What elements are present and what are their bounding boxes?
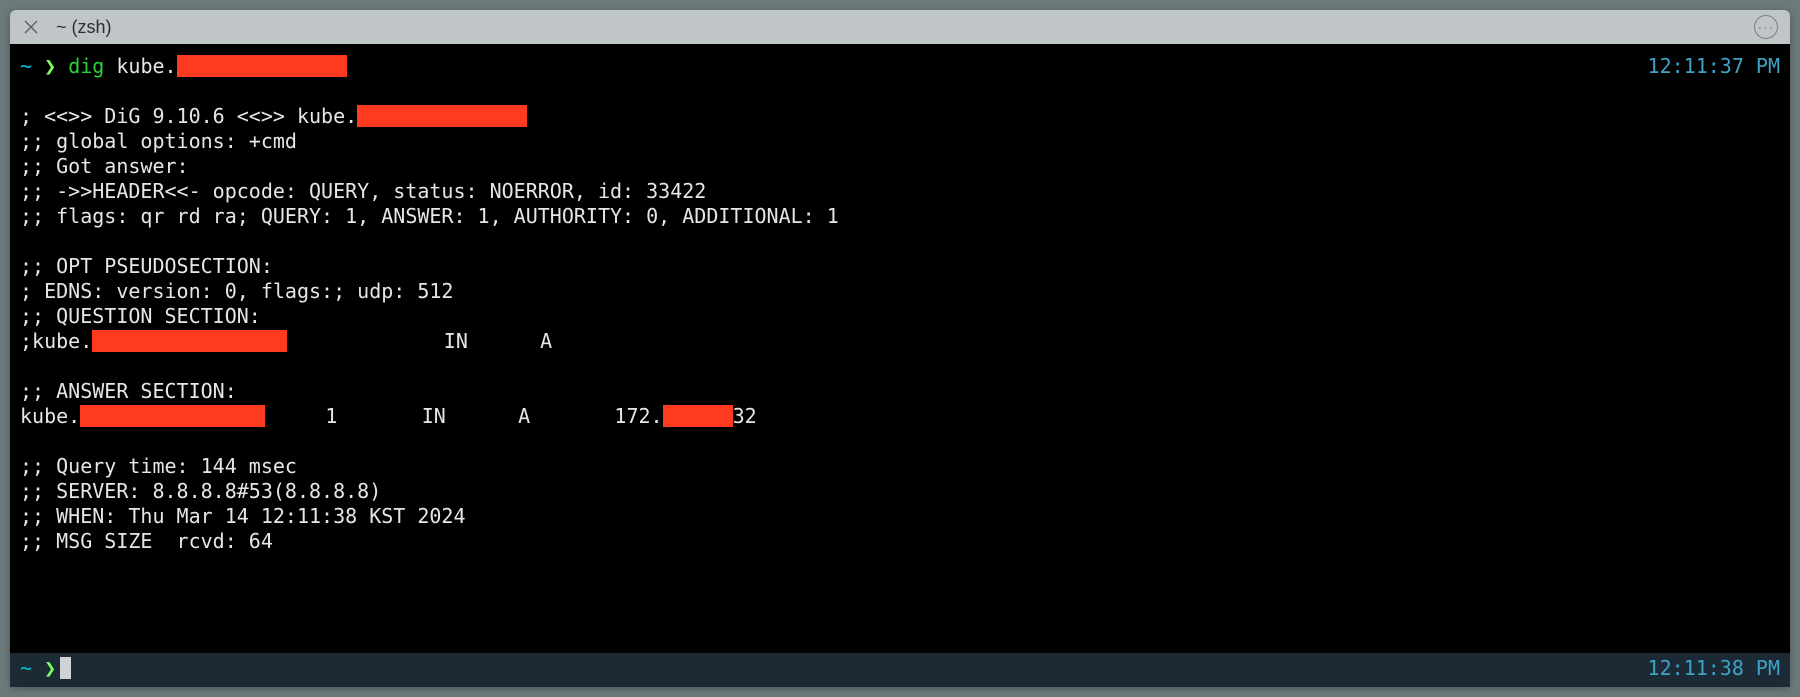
terminal-area[interactable]: ~ ❯ dig kube. 12:11:37 PM ; <<>> DiG 9.10… (10, 44, 1790, 653)
redaction-block (92, 330, 287, 352)
output-line: ;; MSG SIZE rcvd: 64 (20, 529, 1780, 554)
cursor (60, 657, 71, 679)
terminal-window: ~ (zsh) ··· ~ ❯ dig kube. 12:11:37 PM ; <… (10, 10, 1790, 687)
redaction-block (357, 105, 527, 127)
output-line: ;kube. IN A (20, 329, 1780, 354)
output-line: ; EDNS: version: 0, flags:; udp: 512 (20, 279, 1780, 304)
prompt-tilde: ~ (20, 656, 32, 680)
prompt-line-1: ~ ❯ dig kube. 12:11:37 PM (20, 54, 1780, 79)
prompt-tilde: ~ (20, 54, 32, 78)
output-line: ; <<>> DiG 9.10.6 <<>> kube. (20, 104, 1780, 129)
prompt-arrow: ❯ (44, 656, 56, 680)
output-line: ;; Got answer: (20, 154, 1780, 179)
menu-dots-icon[interactable]: ··· (1754, 15, 1778, 39)
command-name: dig (68, 54, 104, 78)
output-line: ;; ->>HEADER<<- opcode: QUERY, status: N… (20, 179, 1780, 204)
window-title: ~ (zsh) (56, 17, 112, 38)
output-line: ;; OPT PSEUDOSECTION: (20, 254, 1780, 279)
output-line: kube. 1 IN A 172.32 (20, 404, 1780, 429)
output-line: ;; global options: +cmd (20, 129, 1780, 154)
redaction-block (177, 55, 347, 77)
output-line: ;; SERVER: 8.8.8.8#53(8.8.8.8) (20, 479, 1780, 504)
blank (20, 79, 1780, 104)
blank (20, 429, 1780, 454)
prompt-arrow: ❯ (44, 54, 56, 78)
redaction-block (80, 405, 265, 427)
output-line: ;; Query time: 144 msec (20, 454, 1780, 479)
close-icon[interactable] (20, 16, 42, 38)
prompt-line-2[interactable]: ~ ❯ 12:11:38 PM (10, 653, 1790, 687)
blank (20, 229, 1780, 254)
output-line: ;; flags: qr rd ra; QUERY: 1, ANSWER: 1,… (20, 204, 1780, 229)
timestamp-2: 12:11:38 PM (1648, 655, 1780, 681)
command-arg: kube. (116, 54, 176, 78)
output-line: ;; ANSWER SECTION: (20, 379, 1780, 404)
output-line: ;; QUESTION SECTION: (20, 304, 1780, 329)
blank (20, 354, 1780, 379)
titlebar: ~ (zsh) ··· (10, 10, 1790, 44)
redaction-block (663, 405, 733, 427)
timestamp-1: 12:11:37 PM (1648, 54, 1780, 79)
output-line: ;; WHEN: Thu Mar 14 12:11:38 KST 2024 (20, 504, 1780, 529)
